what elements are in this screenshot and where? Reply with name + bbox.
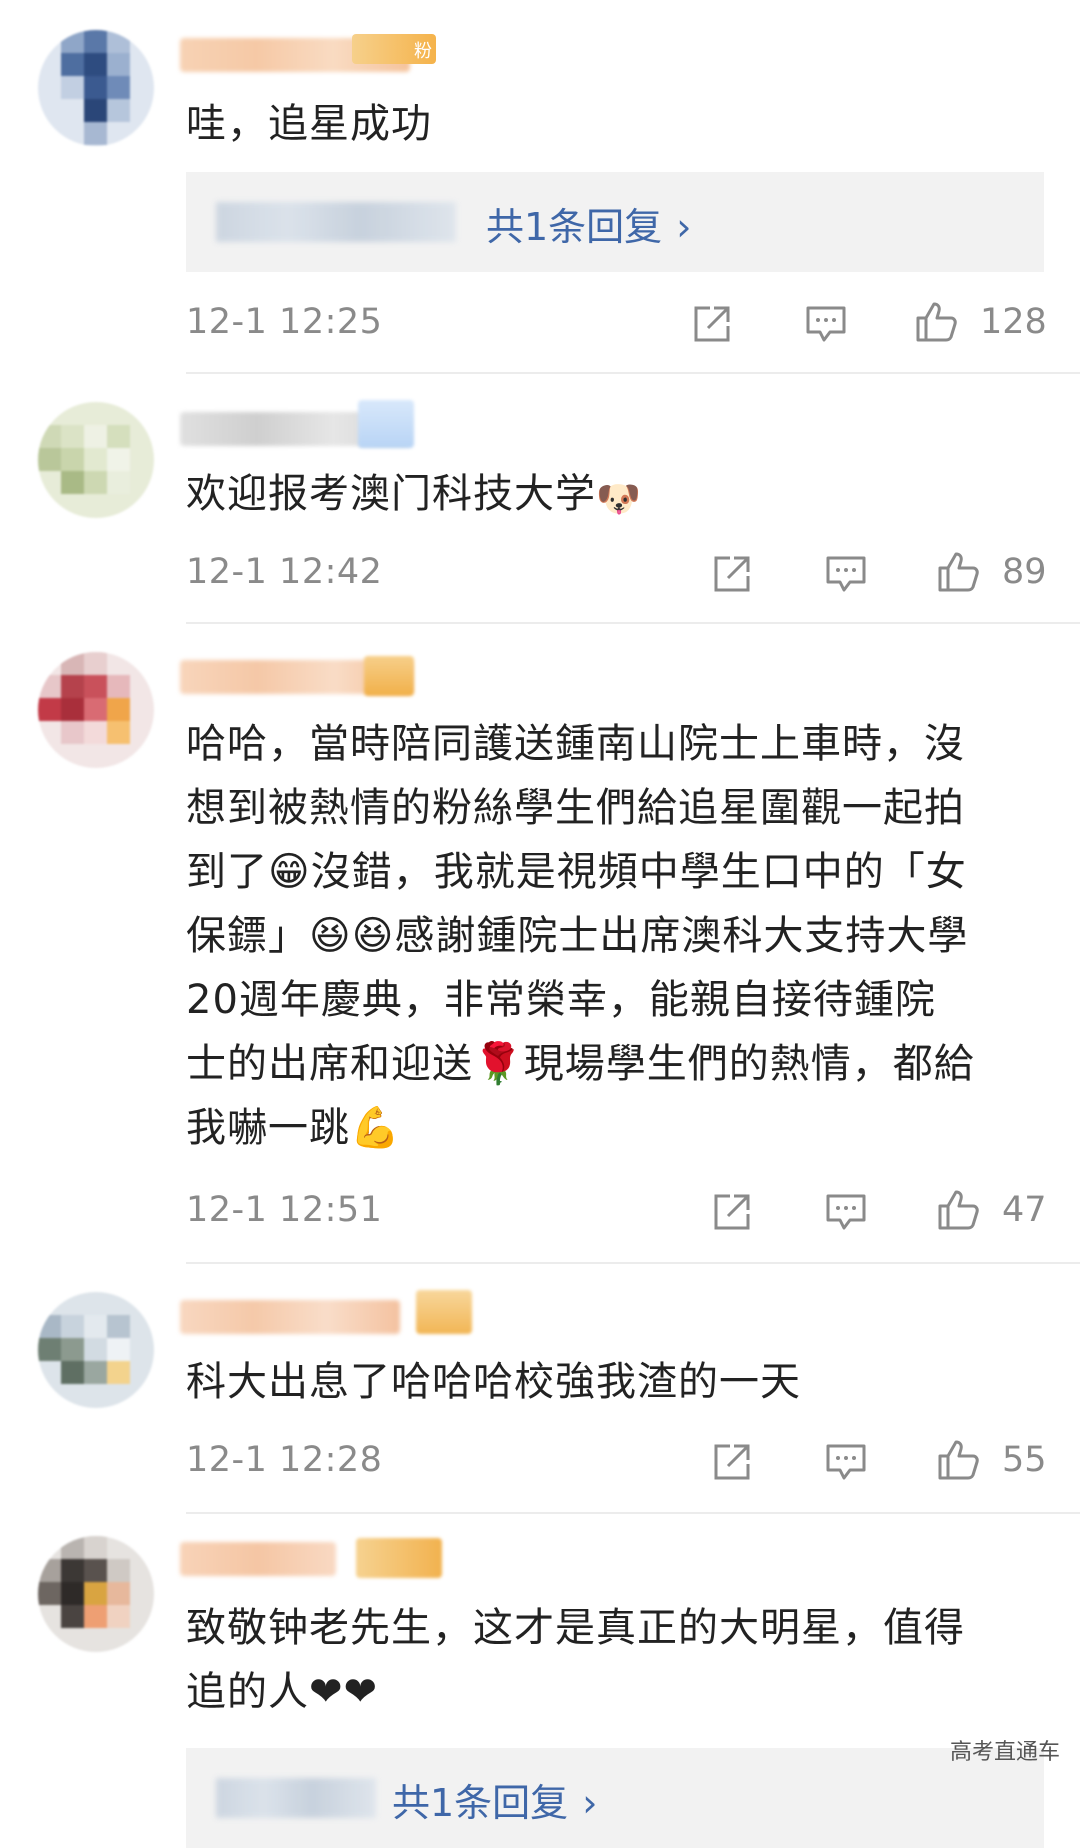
comment-line: 20週年慶典，非常榮幸，能親自接待鍾院 — [186, 977, 936, 1023]
comment-line: 致敬钟老先生，这才是真正的大明星，值得 — [186, 1605, 965, 1651]
comment-time: 12-1 12:28 — [186, 1440, 383, 1480]
fan-badge — [356, 1538, 442, 1578]
reply-preview[interactable]: 共1条回复 › — [186, 172, 1044, 272]
share-icon[interactable] — [708, 1188, 756, 1236]
fan-badge — [364, 656, 414, 696]
comment-line: 到了😁沒錯，我就是視頻中學生口中的「女 — [186, 849, 967, 895]
reply-preview[interactable]: 共1条回复 › — [186, 1748, 1044, 1848]
divider — [186, 1262, 1080, 1264]
like-count: 89 — [1002, 552, 1047, 592]
share-icon[interactable] — [708, 1438, 756, 1486]
share-icon[interactable] — [708, 550, 756, 598]
watermark: 高考直通车 — [949, 1740, 1060, 1765]
comment-line: 想到被熱情的粉絲學生們給追星圍觀一起拍 — [186, 785, 965, 831]
avatar[interactable] — [38, 652, 154, 768]
avatar[interactable] — [38, 402, 154, 518]
like-count: 47 — [1002, 1190, 1047, 1230]
vip-badge — [358, 400, 414, 448]
avatar[interactable] — [38, 30, 154, 146]
thumbs-up-icon[interactable] — [934, 548, 982, 596]
chevron-right-icon: › — [582, 1781, 598, 1825]
reply-count-label: 共1条回复 — [392, 1781, 569, 1825]
thumbs-up-icon[interactable] — [912, 298, 960, 346]
like-count: 55 — [1002, 1440, 1047, 1480]
chevron-right-icon: › — [676, 205, 692, 249]
comment-time: 12-1 12:25 — [186, 302, 383, 342]
comment-icon[interactable] — [822, 1188, 870, 1236]
reply-count-label: 共1条回复 — [486, 205, 663, 249]
like-count: 128 — [980, 302, 1047, 342]
divider — [186, 622, 1080, 624]
view-replies-link[interactable]: 共1条回复 › — [486, 196, 691, 251]
comment-line: 哈哈，當時陪同護送鍾南山院士上車時，沒 — [186, 721, 965, 767]
username[interactable] — [180, 1542, 336, 1576]
comment-text: 科大出息了哈哈哈校強我渣的一天 — [186, 1359, 801, 1405]
username[interactable] — [180, 1300, 400, 1334]
comment-icon[interactable] — [822, 550, 870, 598]
comment-text-content: 欢迎报考澳门科技大学 — [186, 471, 596, 517]
avatar[interactable] — [38, 1536, 154, 1652]
reply-username-blurred — [216, 1778, 376, 1818]
divider — [186, 1512, 1080, 1514]
comment-line: 保鏢」😆😆感謝鍾院士出席澳科大支持大學 — [186, 913, 969, 959]
comment-icon[interactable] — [822, 1438, 870, 1486]
comment-text: 哇，追星成功 — [186, 101, 432, 147]
comment-time: 12-1 12:51 — [186, 1190, 383, 1230]
comment-line: 我嚇一跳💪 — [186, 1105, 401, 1151]
reply-username-blurred — [216, 202, 456, 242]
share-icon[interactable] — [688, 300, 736, 348]
fan-badge: 粉 — [352, 34, 436, 64]
badge-label: 粉 — [414, 41, 432, 62]
thumbs-up-icon[interactable] — [934, 1436, 982, 1484]
doge-emoji-icon: 🐶 — [596, 479, 642, 520]
comment-text: 欢迎报考澳门科技大学🐶 — [186, 462, 1046, 526]
comment-text: 哈哈，當時陪同護送鍾南山院士上車時，沒 想到被熱情的粉絲學生們給追星圍觀一起拍 … — [186, 712, 1046, 1160]
comment-icon[interactable] — [802, 300, 850, 348]
comment-time: 12-1 12:42 — [186, 552, 383, 592]
view-replies-link[interactable]: 共1条回复 › — [392, 1772, 597, 1827]
thumbs-up-icon[interactable] — [934, 1186, 982, 1234]
comment-text: 致敬钟老先生，这才是真正的大明星，值得 追的人❤❤ — [186, 1596, 1046, 1724]
divider — [186, 372, 1080, 374]
fan-badge — [416, 1290, 472, 1334]
comment-line: 追的人❤❤ — [186, 1669, 379, 1715]
avatar[interactable] — [38, 1292, 154, 1408]
comment-line: 士的出席和迎送🌹現場學生們的熱情，都給 — [186, 1041, 975, 1087]
